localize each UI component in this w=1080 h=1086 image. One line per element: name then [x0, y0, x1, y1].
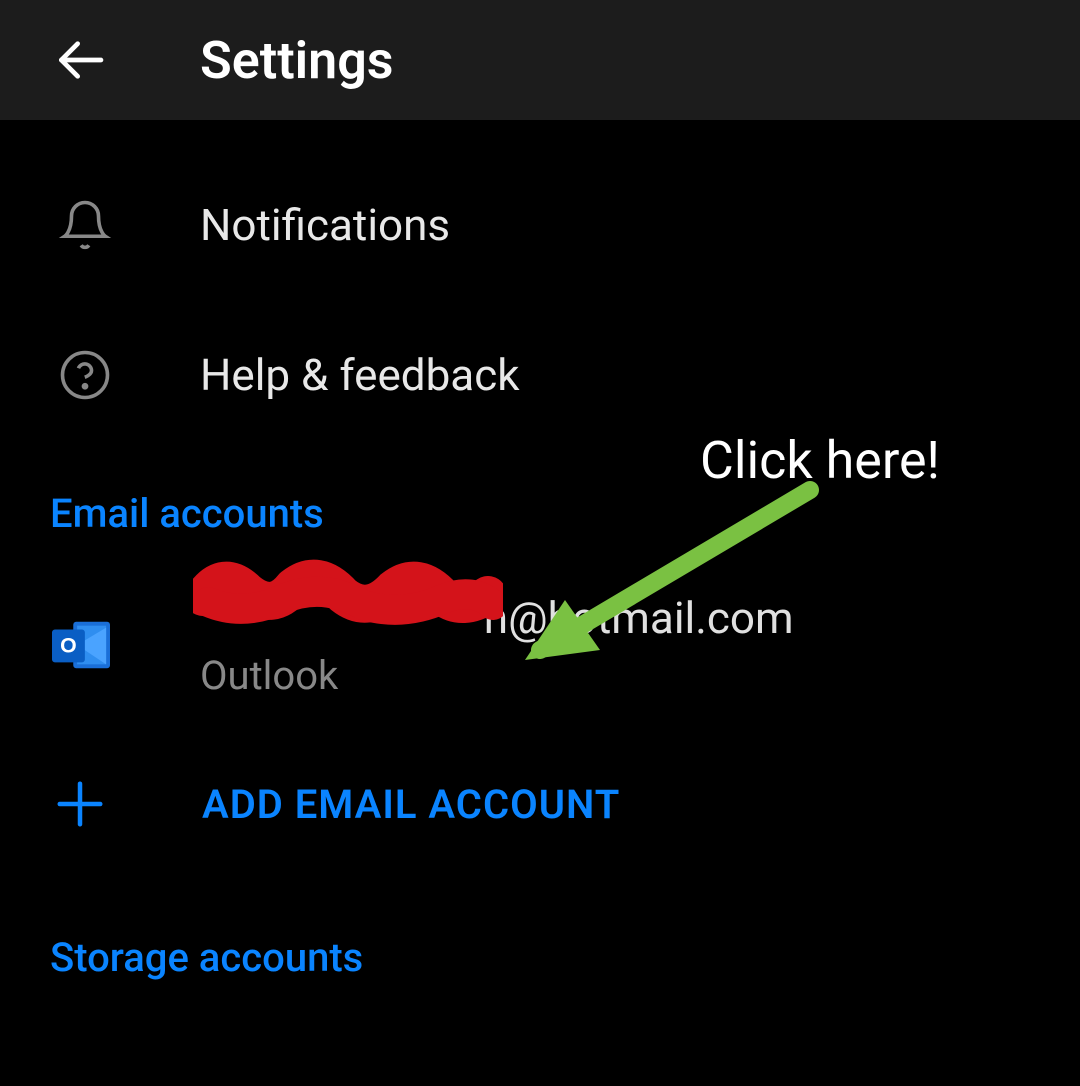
add-email-label: ADD EMAIL ACCOUNT [202, 781, 620, 828]
account-texts: xxxxxxxxxxxxxn@hotmail.com Outlook [200, 592, 794, 699]
question-icon [50, 348, 120, 402]
outlook-icon: O [50, 616, 110, 676]
menu-help-label: Help & feedback [200, 349, 520, 401]
bell-icon [50, 198, 120, 252]
menu-help[interactable]: Help & feedback [0, 300, 1080, 450]
section-email-accounts: Email accounts [0, 450, 1080, 557]
account-row[interactable]: O xxxxxxxxxxxxxn@hotmail.com Outlook [0, 557, 1080, 734]
back-button[interactable] [40, 20, 120, 100]
app-header: Settings [0, 0, 1080, 120]
page-title: Settings [200, 30, 394, 91]
account-provider: Outlook [200, 652, 794, 699]
svg-text:O: O [60, 633, 77, 657]
menu-notifications[interactable]: Notifications [0, 150, 1080, 300]
account-email: xxxxxxxxxxxxxn@hotmail.com [200, 592, 794, 644]
plus-icon [50, 774, 110, 834]
section-storage-accounts: Storage accounts [0, 874, 1080, 1001]
back-arrow-icon [52, 32, 108, 88]
settings-content: Notifications Help & feedback Email acco… [0, 120, 1080, 1001]
account-email-visible: n@hotmail.com [484, 592, 794, 644]
menu-notifications-label: Notifications [200, 199, 450, 251]
add-email-account[interactable]: ADD EMAIL ACCOUNT [0, 734, 1080, 874]
